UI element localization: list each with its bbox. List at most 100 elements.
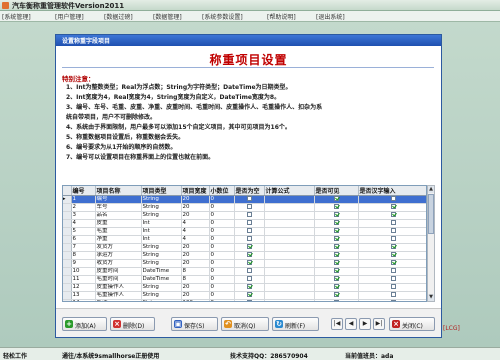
save-button[interactable]: ▣ 保存(S) xyxy=(171,317,218,331)
cell-hanzi-checkbox[interactable] xyxy=(358,283,426,292)
cell-nullable-checkbox[interactable] xyxy=(234,203,265,212)
visible-checkbox[interactable] xyxy=(333,300,339,301)
cell-formula[interactable] xyxy=(264,243,315,252)
scroll-thumb[interactable] xyxy=(428,194,434,234)
hanzi-checkbox[interactable] xyxy=(390,220,396,225)
cell-no[interactable]: 8 xyxy=(71,251,96,260)
visible-checkbox[interactable] xyxy=(333,284,339,289)
cell-nullable-checkbox[interactable] xyxy=(234,299,265,301)
cancel-button[interactable]: ↶ 取消(Q) xyxy=(221,317,269,331)
cell-visible-checkbox[interactable] xyxy=(314,267,359,276)
nullable-checkbox[interactable] xyxy=(246,228,252,233)
visible-checkbox[interactable] xyxy=(333,204,339,209)
hanzi-checkbox[interactable] xyxy=(390,260,396,265)
cell-name[interactable]: 承运方 xyxy=(95,251,142,260)
hanzi-checkbox[interactable] xyxy=(390,268,396,273)
menu-weighing[interactable]: [数据过磅] xyxy=(104,12,133,21)
visible-checkbox[interactable] xyxy=(333,228,339,233)
cell-formula[interactable] xyxy=(264,259,315,268)
cell-visible-checkbox[interactable] xyxy=(314,299,359,301)
cell-visible-checkbox[interactable] xyxy=(314,219,359,228)
col-header-nullable[interactable]: 是否为空 xyxy=(234,186,265,196)
cell-formula[interactable] xyxy=(264,283,315,292)
col-header-hanzi[interactable]: 是否汉字输入 xyxy=(358,186,426,196)
close-button[interactable]: × 关闭(C) xyxy=(389,317,435,331)
table-row[interactable]: 10 皮重时间 DateTime 8 0 xyxy=(63,267,426,276)
table-row[interactable]: 12 皮重操作人 String 20 0 xyxy=(63,283,426,292)
menu-exit[interactable]: [退出系统] xyxy=(316,12,345,21)
cell-decimals[interactable]: 0 xyxy=(209,299,235,301)
cell-width[interactable]: 8 xyxy=(181,275,210,284)
cell-name[interactable]: 车号 xyxy=(95,203,142,212)
cell-hanzi-checkbox[interactable] xyxy=(358,275,426,284)
visible-checkbox[interactable] xyxy=(333,276,339,281)
hanzi-checkbox[interactable] xyxy=(390,196,396,201)
refresh-button[interactable]: ↻ 刷新(F) xyxy=(272,317,319,331)
scroll-up-icon[interactable]: ▲ xyxy=(428,186,434,193)
cell-decimals[interactable]: 0 xyxy=(209,291,235,300)
last-record-icon[interactable]: ▶| xyxy=(373,318,385,330)
cell-nullable-checkbox[interactable] xyxy=(234,291,265,300)
cell-width[interactable]: 100 xyxy=(181,299,210,301)
nullable-checkbox[interactable] xyxy=(246,212,252,217)
menu-system[interactable]: [系统管理] xyxy=(2,12,31,21)
cell-name[interactable]: 发货方 xyxy=(95,243,142,252)
cell-formula[interactable] xyxy=(264,227,315,236)
cell-nullable-checkbox[interactable] xyxy=(234,195,265,204)
cell-no[interactable]: 1 xyxy=(71,195,96,204)
cell-hanzi-checkbox[interactable] xyxy=(358,219,426,228)
nullable-checkbox[interactable] xyxy=(246,220,252,225)
cell-name[interactable]: 编号 xyxy=(95,195,142,204)
cell-hanzi-checkbox[interactable] xyxy=(358,211,426,220)
cell-visible-checkbox[interactable] xyxy=(314,195,359,204)
cell-decimals[interactable]: 0 xyxy=(209,219,235,228)
col-header-type[interactable]: 项目类型 xyxy=(141,186,182,196)
cell-nullable-checkbox[interactable] xyxy=(234,235,265,244)
first-record-icon[interactable]: |◀ xyxy=(331,318,343,330)
cell-width[interactable]: 4 xyxy=(181,227,210,236)
cell-visible-checkbox[interactable] xyxy=(314,211,359,220)
cell-nullable-checkbox[interactable] xyxy=(234,275,265,284)
col-header-decimals[interactable]: 小数位 xyxy=(209,186,235,196)
cell-name[interactable]: 毛重 xyxy=(95,227,142,236)
cell-type[interactable]: String xyxy=(141,211,182,220)
delete-button[interactable]: × 删除(D) xyxy=(110,317,155,331)
nullable-checkbox[interactable] xyxy=(246,252,252,257)
scroll-down-icon[interactable]: ▼ xyxy=(428,294,434,301)
nullable-checkbox[interactable] xyxy=(246,292,252,297)
cell-formula[interactable] xyxy=(264,211,315,220)
cell-nullable-checkbox[interactable] xyxy=(234,267,265,276)
cell-type[interactable]: DateTime xyxy=(141,275,182,284)
cell-decimals[interactable]: 0 xyxy=(209,283,235,292)
cell-no[interactable]: 6 xyxy=(71,235,96,244)
next-record-icon[interactable]: ▶ xyxy=(359,318,371,330)
cell-name[interactable]: 备注 xyxy=(95,299,142,301)
cell-name[interactable]: 毛重操作人 xyxy=(95,291,142,300)
nullable-checkbox[interactable] xyxy=(246,300,252,301)
nullable-checkbox[interactable] xyxy=(246,196,252,201)
cell-no[interactable]: 2 xyxy=(71,203,96,212)
hanzi-checkbox[interactable] xyxy=(390,284,396,289)
cell-formula[interactable] xyxy=(264,219,315,228)
table-row[interactable]: 7 发货方 String 20 0 xyxy=(63,243,426,252)
hanzi-checkbox[interactable] xyxy=(390,228,396,233)
visible-checkbox[interactable] xyxy=(333,252,339,257)
cell-type[interactable]: String xyxy=(141,299,182,301)
cell-decimals[interactable]: 0 xyxy=(209,267,235,276)
cell-hanzi-checkbox[interactable] xyxy=(358,203,426,212)
table-row[interactable]: 8 承运方 String 20 0 xyxy=(63,251,426,260)
cell-no[interactable]: 4 xyxy=(71,219,96,228)
cell-nullable-checkbox[interactable] xyxy=(234,211,265,220)
cell-nullable-checkbox[interactable] xyxy=(234,219,265,228)
nullable-checkbox[interactable] xyxy=(246,276,252,281)
table-row[interactable]: 2 车号 String 20 0 xyxy=(63,203,426,212)
cell-decimals[interactable]: 0 xyxy=(209,243,235,252)
cell-type[interactable]: String xyxy=(141,259,182,268)
nullable-checkbox[interactable] xyxy=(246,244,252,249)
cell-hanzi-checkbox[interactable] xyxy=(358,291,426,300)
cell-formula[interactable] xyxy=(264,299,315,301)
cell-name[interactable]: 皮重操作人 xyxy=(95,283,142,292)
hanzi-checkbox[interactable] xyxy=(390,252,396,257)
hanzi-checkbox[interactable] xyxy=(390,212,396,217)
cell-decimals[interactable]: 0 xyxy=(209,259,235,268)
